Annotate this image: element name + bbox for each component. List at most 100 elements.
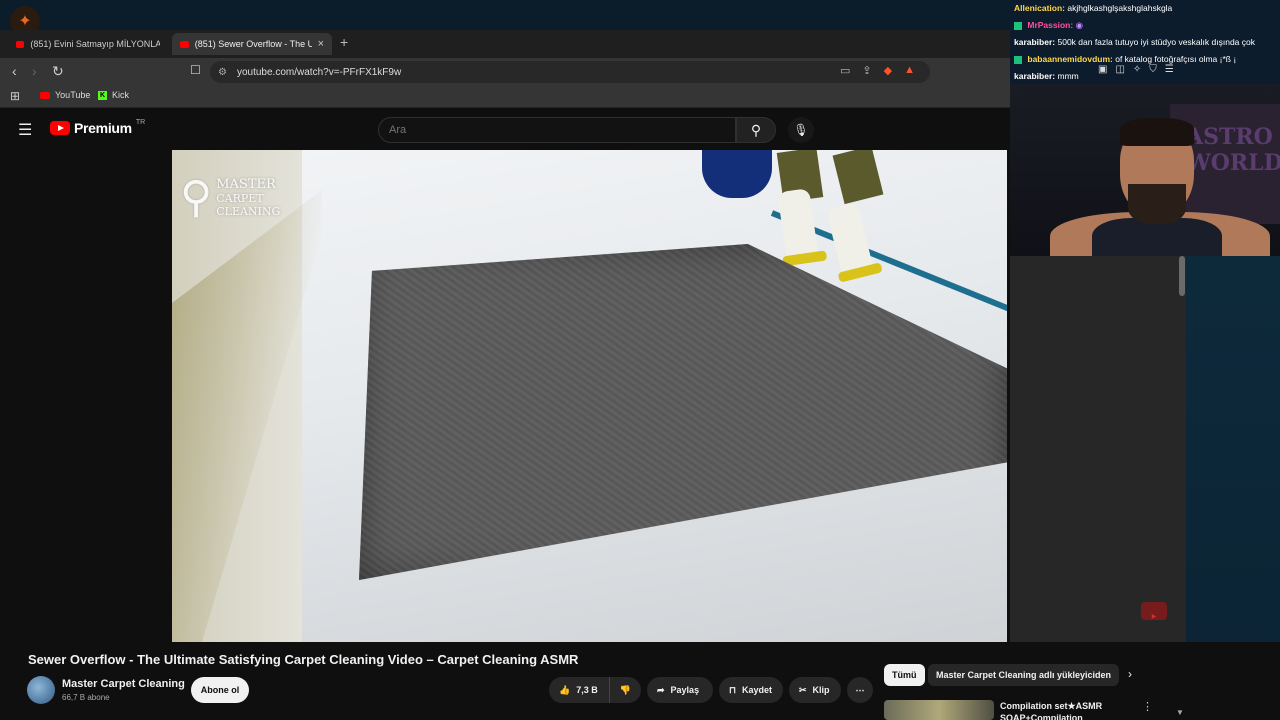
- vpn-icon[interactable]: ⛉: [1149, 64, 1157, 75]
- streamer-webcam: ASTRO WORLD: [1010, 84, 1280, 256]
- address-bar-actions: ▭ ⇪ ◆ ▲: [840, 64, 915, 77]
- watermark-line: CLEANING: [216, 204, 281, 218]
- title-strip: [0, 0, 1010, 30]
- bookmark-kick[interactable]: K Kick: [98, 90, 129, 100]
- address-bar[interactable]: ⚙ youtube.com/watch?v=-PFrFX1kF9w: [210, 61, 930, 83]
- subscribe-overlay-icon: ▶: [1141, 602, 1167, 620]
- logo-text: Premium: [74, 120, 132, 136]
- like-button[interactable]: 👍 7,3 B: [549, 677, 609, 703]
- youtube-favicon-icon: [16, 40, 25, 48]
- video-player[interactable]: ⚲ MASTER CARPET CLEANING: [172, 150, 1007, 642]
- sparkle-icon[interactable]: ✧: [1133, 64, 1141, 75]
- chat-text: of katalog fotoğrafçısı olma ¡*ß ¡: [1115, 54, 1237, 64]
- youtube-logo-icon: [50, 121, 70, 135]
- subscriber-count: 66,7 B abone: [62, 693, 110, 702]
- clip-label: Klip: [812, 685, 830, 695]
- chat-username: karabiber:: [1014, 37, 1056, 47]
- chat-message: Allenication: akjhglkashglşakshglahskgla: [1014, 0, 1280, 17]
- youtube-favicon-icon: [180, 40, 189, 48]
- clip-button[interactable]: ✂ Klip: [789, 677, 841, 703]
- browser-menu-icon[interactable]: ☰: [1165, 64, 1174, 75]
- tab-title: (851) Evini Satmayıp MİLYONLARI RE: [30, 39, 160, 49]
- recommendation-thumbnail[interactable]: [884, 700, 994, 720]
- scrollbar-thumb[interactable]: [1179, 256, 1185, 296]
- dislike-button[interactable]: 👎: [609, 677, 641, 703]
- kick-icon: K: [98, 90, 107, 100]
- chip-all[interactable]: Tümü: [884, 664, 925, 686]
- brave-rewards-icon[interactable]: ▲: [904, 64, 915, 77]
- chevron-right-icon[interactable]: ›: [1128, 667, 1132, 681]
- chat-text: 500k dan fazla tutuyo iyi stüdyo veskalı…: [1057, 37, 1255, 47]
- youtube-premium-logo[interactable]: Premium TR: [50, 119, 145, 136]
- poster-text: ASTRO WORLD: [1186, 124, 1280, 176]
- youtube-icon: [40, 91, 50, 99]
- browser-extension-icons: ▣ ◫ ✧ ⛉ ☰: [1018, 64, 1174, 75]
- recommendation-title[interactable]: Compilation set★ASMR SOAP+Compilation: [1000, 700, 1130, 720]
- watermark-line: CARPET: [216, 191, 264, 205]
- chat-username: MrPassion:: [1027, 20, 1074, 30]
- emote-icon: ◉: [1075, 20, 1083, 30]
- bookmark-label: YouTube: [55, 90, 91, 100]
- apps-grid-icon[interactable]: ⊞: [10, 89, 20, 103]
- tab-sewer-overflow[interactable]: (851) Sewer Overflow - The Ultim ×: [172, 33, 332, 55]
- chat-username: Allenication:: [1014, 3, 1066, 13]
- bookmarks-bar: [0, 86, 1010, 108]
- share-button[interactable]: ➦ Paylaş: [647, 677, 713, 703]
- video-carpet: [359, 244, 1007, 580]
- save-label: Kaydet: [742, 685, 773, 695]
- bookmark-page-icon[interactable]: ☐: [190, 63, 201, 77]
- recommendation-menu-icon[interactable]: ⋮: [1142, 700, 1153, 713]
- streamer-beard: [1128, 184, 1186, 224]
- save-button[interactable]: ⊓ Kaydet: [719, 677, 783, 703]
- tab-title: (851) Sewer Overflow - The Ultim: [194, 39, 312, 49]
- video-boot: [826, 202, 883, 283]
- chip-from-uploader[interactable]: Master Carpet Cleaning adlı yükleyiciden: [928, 664, 1120, 686]
- tab-evini-satmayip[interactable]: (851) Evini Satmayıp MİLYONLARI RE: [8, 33, 168, 55]
- thumbs-up-icon: 👍: [559, 684, 571, 695]
- wallet-icon[interactable]: ◫: [1115, 64, 1124, 75]
- extension-icon[interactable]: ▣: [1098, 64, 1107, 75]
- like-count: 7,3 B: [576, 685, 598, 695]
- more-icon: ⋯: [855, 684, 865, 695]
- subscribe-button[interactable]: Abone ol: [191, 677, 249, 703]
- more-actions-button[interactable]: ⋯: [847, 677, 873, 703]
- chat-username: babaannemidovdum:: [1027, 54, 1113, 64]
- cleaner-figure-icon: ⚲: [180, 172, 213, 222]
- video-boot: [777, 188, 828, 267]
- reload-button[interactable]: ↻: [52, 63, 64, 80]
- site-info-icon[interactable]: ⚙: [218, 67, 227, 78]
- chat-message: karabiber: 500k dan fazla tutuyo iyi stü…: [1014, 34, 1280, 51]
- channel-avatar[interactable]: [27, 676, 55, 704]
- forward-button[interactable]: ›: [32, 63, 37, 79]
- watermark-line: MASTER: [216, 176, 276, 192]
- share-label: Paylaş: [670, 685, 700, 695]
- video-worker-legs: [772, 150, 892, 283]
- channel-name[interactable]: Master Carpet Cleaning: [62, 678, 185, 690]
- bookmark-youtube[interactable]: YouTube: [40, 90, 90, 100]
- chat-text: akjhglkashglşakshglahskgla: [1067, 3, 1173, 13]
- search-input[interactable]: [389, 124, 735, 136]
- streamer-hair: [1120, 118, 1194, 146]
- share-page-icon[interactable]: ⇪: [862, 64, 871, 77]
- url-text: youtube.com/watch?v=-PFrFX1kF9w: [236, 66, 402, 78]
- back-button[interactable]: ‹: [12, 63, 17, 79]
- chat-message: MrPassion: ◉: [1014, 17, 1280, 34]
- hamburger-menu-icon[interactable]: ☰: [18, 120, 32, 140]
- search-box[interactable]: [378, 117, 736, 143]
- video-cleaning-machine: [702, 150, 772, 198]
- scroll-down-arrow-icon[interactable]: ▼: [1176, 708, 1184, 717]
- voice-search-button[interactable]: 🎙: [788, 117, 814, 143]
- close-tab-icon[interactable]: ×: [318, 38, 324, 50]
- video-title: Sewer Overflow - The Ultimate Satisfying…: [28, 652, 579, 667]
- chat-badge-icon: [1014, 21, 1022, 30]
- install-app-icon[interactable]: ▭: [840, 64, 850, 77]
- scissors-icon: ✂: [799, 684, 807, 695]
- brave-shields-icon[interactable]: ◆: [884, 64, 892, 77]
- bookmark-icon: ⊓: [729, 684, 737, 695]
- channel-watermark: ⚲ MASTER CARPET CLEANING: [180, 156, 330, 238]
- chat-badge-icon: [1014, 55, 1022, 64]
- search-button[interactable]: ⚲: [736, 117, 776, 143]
- new-tab-button[interactable]: +: [340, 34, 348, 50]
- thumbs-down-icon: 👎: [619, 684, 632, 695]
- microphone-icon: 🎙: [793, 123, 809, 137]
